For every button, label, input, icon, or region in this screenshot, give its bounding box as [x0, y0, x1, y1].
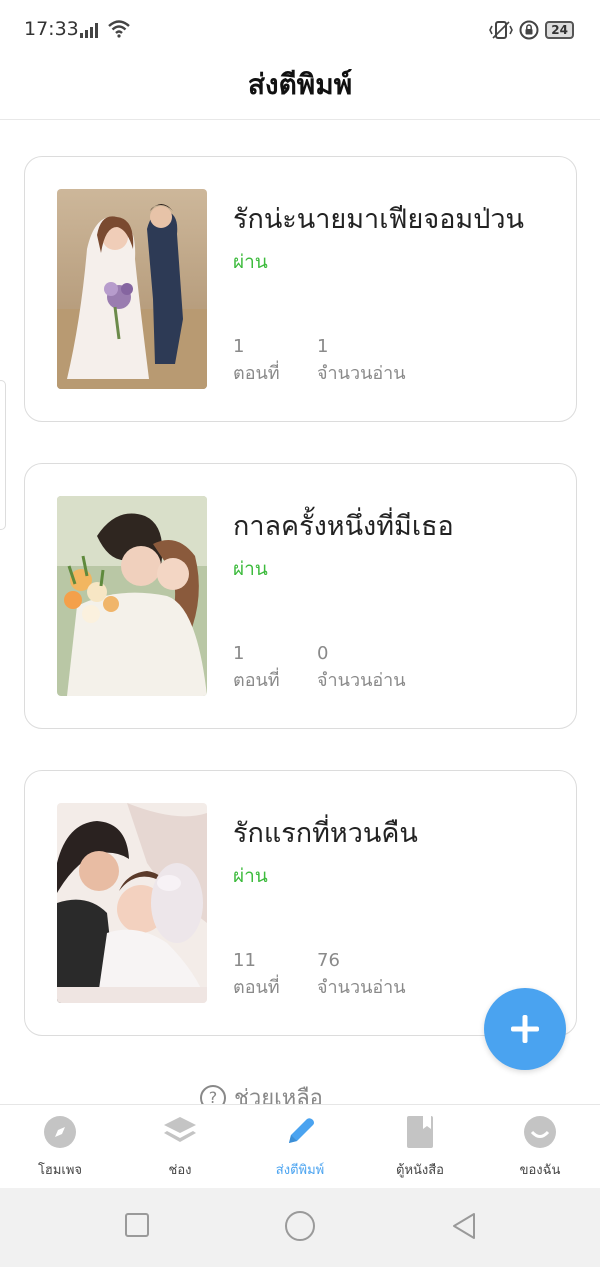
reads-label: จำนวนอ่าน — [317, 977, 406, 998]
pen-icon — [289, 1118, 314, 1143]
chapters-count: 1 — [233, 643, 245, 664]
reads-label: จำนวนอ่าน — [317, 363, 406, 384]
chapters-stat: 1 ตอนที่ — [233, 640, 280, 694]
chapters-count: 1 — [233, 336, 245, 357]
reads-stat: 76 จำนวนอ่าน — [317, 947, 406, 1001]
status-bar: 17:33 24 — [0, 0, 600, 62]
reads-stat: 1 จำนวนอ่าน — [317, 333, 406, 387]
book-title[interactable]: รักน่ะนายมาเฟียจอมป่วน — [233, 197, 524, 240]
chapters-stat: 11 ตอนที่ — [233, 947, 280, 1001]
chapters-label: ตอนที่ — [233, 977, 280, 998]
status-time: 17:33 — [24, 18, 79, 40]
back-button[interactable] — [450, 1212, 478, 1240]
reads-stat: 0 จำนวนอ่าน — [317, 640, 406, 694]
status-icons-right: 24 — [489, 20, 574, 40]
reads-count: 1 — [317, 336, 329, 357]
help-label: ช่วยเหลือ — [234, 1086, 323, 1104]
reads-count: 76 — [317, 950, 340, 971]
status-badge: ผ่าน — [233, 558, 268, 580]
book-cover-image — [57, 803, 207, 1003]
add-book-button[interactable] — [484, 988, 566, 1070]
signal-icon — [80, 23, 98, 38]
book-icon — [407, 1116, 433, 1148]
status-badge: ผ่าน — [233, 865, 268, 887]
book-title[interactable]: รักแรกที่หวนคืน — [233, 811, 418, 854]
nav-item-publish[interactable]: ส่งตีพิมพ์ — [240, 1105, 360, 1188]
nav-item-channels[interactable]: ช่อง — [120, 1105, 240, 1188]
compass-icon — [44, 1116, 76, 1148]
battery-indicator: 24 — [545, 21, 574, 39]
nav-label: ของฉัน — [519, 1163, 561, 1178]
layers-icon — [164, 1117, 196, 1142]
book-cover-image — [57, 496, 207, 696]
plus-icon — [511, 1015, 539, 1043]
nav-label: โฮมเพจ — [37, 1163, 83, 1178]
nav-item-profile[interactable]: ของฉัน — [480, 1105, 600, 1188]
status-badge: ผ่าน — [233, 251, 268, 273]
wifi-icon — [108, 20, 130, 38]
home-button[interactable] — [284, 1210, 316, 1242]
chapters-stat: 1 ตอนที่ — [233, 333, 280, 387]
book-card[interactable]: กาลครั้งหนึ่งที่มีเธอ ผ่าน 1 ตอนที่ 0 จำ… — [24, 463, 577, 729]
rotation-lock-icon — [519, 20, 539, 40]
book-cover-image — [57, 189, 207, 389]
page-title: ส่งตีพิมพ์ — [247, 68, 353, 101]
chapters-count: 11 — [233, 950, 256, 971]
vibrate-icon — [489, 21, 514, 39]
nav-label: ส่งตีพิมพ์ — [275, 1163, 325, 1178]
reads-label: จำนวนอ่าน — [317, 670, 406, 691]
book-title[interactable]: กาลครั้งหนึ่งที่มีเธอ — [233, 504, 454, 547]
chapters-label: ตอนที่ — [233, 363, 280, 384]
book-card[interactable]: รักแรกที่หวนคืน ผ่าน 11 ตอนที่ 76 จำนวนอ… — [24, 770, 577, 1036]
app-header: ส่งตีพิมพ์ — [0, 62, 600, 120]
nav-item-home[interactable]: โฮมเพจ — [0, 1105, 120, 1188]
reads-count: 0 — [317, 643, 329, 664]
help-icon: ? — [200, 1084, 226, 1104]
book-card[interactable]: รักน่ะนายมาเฟียจอมป่วน ผ่าน 1 ตอนที่ 1 จ… — [24, 156, 577, 422]
bottom-nav: โฮมเพจ ช่อง ส่งตีพิมพ์ ตู้หนังสือ ของฉัน — [0, 1104, 600, 1188]
nav-label: ตู้หนังสือ — [396, 1163, 444, 1178]
chapters-label: ตอนที่ — [233, 670, 280, 691]
side-drawer-handle[interactable] — [0, 380, 6, 530]
status-icons-left — [80, 20, 130, 38]
system-nav-bar — [0, 1188, 600, 1267]
nav-label: ช่อง — [168, 1163, 192, 1178]
smile-icon — [524, 1116, 556, 1148]
recent-apps-button[interactable] — [124, 1212, 150, 1238]
content-area[interactable]: รักน่ะนายมาเฟียจอมป่วน ผ่าน 1 ตอนที่ 1 จ… — [0, 120, 600, 1104]
help-link[interactable]: ? ช่วยเหลือ — [200, 1080, 323, 1104]
nav-item-bookshelf[interactable]: ตู้หนังสือ — [360, 1105, 480, 1188]
